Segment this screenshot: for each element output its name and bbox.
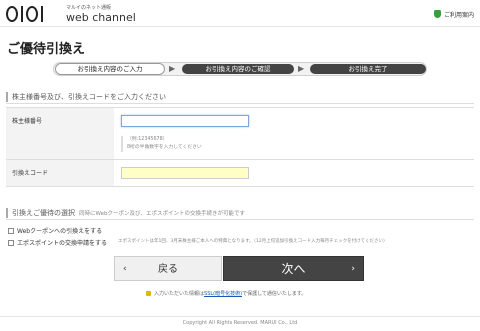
progress-steps: お引換え内容のご入力 ▶ お引換え内容のご確認 ▶ お引換え完了 bbox=[53, 62, 427, 76]
step-complete: お引換え完了 bbox=[310, 64, 426, 74]
option-web-coupon[interactable]: Webクーポンへの引換えをする bbox=[8, 226, 102, 235]
back-button[interactable]: ‹ 戻る bbox=[114, 256, 222, 281]
divider bbox=[6, 219, 474, 220]
next-button-label: 次へ bbox=[281, 262, 306, 276]
chevron-left-icon: ‹ bbox=[123, 264, 127, 274]
help-book-icon bbox=[433, 10, 441, 18]
shareholder-hint: （例:12345678） 8桁の半角数字を入力してください bbox=[121, 136, 202, 152]
shareholder-row: 株主様番号 （例:12345678） 8桁の半角数字を入力してください bbox=[6, 108, 474, 160]
step-arrow-icon: ▶ bbox=[169, 64, 176, 73]
code-row: 引換えコード bbox=[6, 160, 474, 187]
epos-points-note: エポスポイントは年1回、3月末株主様ご本人への特典となります。（12月上旬追加引… bbox=[118, 239, 388, 244]
options-note: 同時にWebクーポン及び、エポスポイントの交換手続きが可能です bbox=[79, 211, 245, 217]
section-heading-options: 引換えご優待の選択 同時にWebクーポン及び、エポスポイントの交換手続きが可能です bbox=[6, 208, 245, 218]
chevron-right-icon: › bbox=[351, 264, 355, 274]
web-coupon-label: Webクーポンへの引換えをする bbox=[17, 228, 103, 235]
step-arrow-icon: ▶ bbox=[298, 64, 305, 73]
ssl-prefix: 入力いただいた情報は bbox=[154, 291, 205, 297]
ssl-notice: 入力いただいた情報はSSL(暗号化技術)で保護して通信いたします。 bbox=[146, 290, 306, 297]
divider bbox=[6, 103, 474, 104]
site-header: マルイのネット通販 web channel ご利用案内 bbox=[0, 0, 480, 27]
ssl-suffix: で保護して通信いたします。 bbox=[242, 291, 307, 297]
code-form: 株主様番号 （例:12345678） 8桁の半角数字を入力してください 引換えコ… bbox=[6, 107, 474, 187]
exchange-code-input[interactable] bbox=[121, 167, 249, 179]
code-label: 引換えコード bbox=[6, 160, 114, 186]
logo-tagline: マルイのネット通販 bbox=[66, 5, 112, 11]
lock-icon bbox=[146, 291, 151, 296]
web-coupon-checkbox[interactable] bbox=[8, 228, 14, 234]
hint-example: （例:12345678） bbox=[127, 137, 168, 142]
logo-name: web channel bbox=[66, 11, 136, 24]
hint-text: 8桁の半角数字を入力してください bbox=[127, 145, 202, 150]
epos-points-checkbox[interactable] bbox=[8, 240, 14, 246]
option-epos-points[interactable]: エポスポイントの交換申請をする bbox=[8, 238, 107, 247]
options-heading-text: 引換えご優待の選択 bbox=[12, 209, 75, 217]
shareholder-label: 株主様番号 bbox=[6, 108, 114, 159]
step-confirm: お引換え内容のご確認 bbox=[182, 64, 294, 74]
page-title: ご優待引換え bbox=[7, 42, 86, 57]
back-button-label: 戻る bbox=[158, 264, 178, 275]
shareholder-number-input[interactable] bbox=[121, 115, 249, 127]
ssl-link[interactable]: SSL(暗号化技術) bbox=[204, 291, 242, 297]
section-heading-codes: 株主様番号及び、引換えコードをご入力ください bbox=[6, 92, 166, 102]
help-link-label: ご利用案内 bbox=[443, 12, 474, 19]
footer: Copyright All Rights Reserved. MARUI Co.… bbox=[0, 316, 480, 331]
next-button[interactable]: 次へ › bbox=[223, 256, 364, 281]
help-link[interactable]: ご利用案内 bbox=[433, 10, 474, 19]
copyright: Copyright All Rights Reserved. MARUI Co.… bbox=[182, 320, 298, 326]
marui-logo[interactable] bbox=[6, 6, 46, 23]
step-input: お引換え内容のご入力 bbox=[55, 63, 165, 75]
epos-points-label: エポスポイントの交換申請をする bbox=[17, 240, 108, 247]
